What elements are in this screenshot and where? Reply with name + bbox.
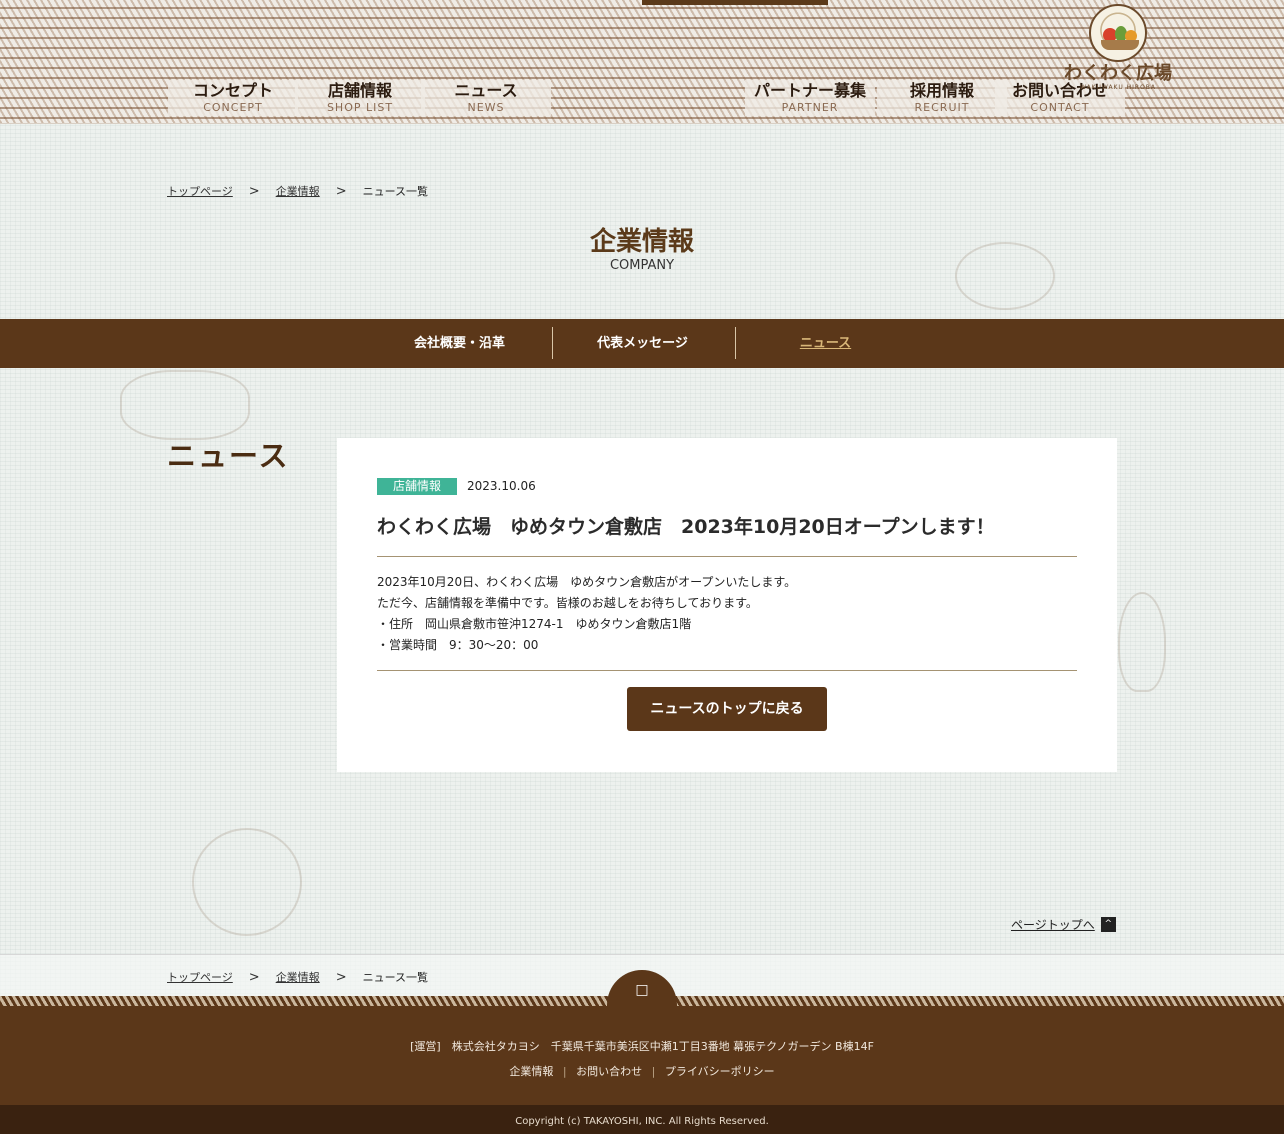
- nav-news[interactable]: ニュース NEWS: [421, 80, 551, 116]
- footer-link-contact[interactable]: お問い合わせ: [576, 1065, 642, 1078]
- leaf-sketch-icon: [1118, 592, 1166, 692]
- back-to-news-button[interactable]: ニュースのトップに戻る: [627, 687, 827, 731]
- footer-links: 企業情報 | お問い合わせ | プライバシーポリシー: [0, 1063, 1284, 1079]
- breadcrumb-link-company[interactable]: 企業情報: [276, 183, 320, 199]
- article-body-line: ・住所 岡山県倉敷市笹沖1274-1 ゆめタウン倉敷店1階: [377, 617, 692, 631]
- arrow-up-icon: ^: [1100, 917, 1116, 932]
- site-logo[interactable]: わくわく広場 WAKUWAKU HIROBA: [1060, 4, 1176, 102]
- page-top-link[interactable]: ページトップへ ^: [1011, 916, 1116, 933]
- breadcrumb-separator: >: [248, 183, 260, 199]
- home-icon: □: [635, 982, 649, 998]
- article-body: 2023年10月20日、わくわく広場 ゆめタウン倉敷店がオープンいたします。 た…: [377, 572, 1077, 656]
- site-footer: [運営] 株式会社タカヨシ 千葉県千葉市美浜区中瀬1丁目3番地 幕張テクノガーデ…: [0, 1006, 1284, 1105]
- footer-link-company[interactable]: 企業情報: [509, 1065, 553, 1078]
- divider: [377, 556, 1077, 557]
- nav-sublabel: PARTNER: [781, 101, 839, 114]
- nav-label: 採用情報: [909, 81, 974, 100]
- nav-sublabel: SHOP LIST: [326, 101, 394, 114]
- footer-link-separator: |: [562, 1065, 567, 1078]
- subnav-news[interactable]: ニュース: [734, 319, 917, 368]
- category-tag[interactable]: 店舗情報: [377, 478, 457, 495]
- nav-partner[interactable]: パートナー募集 PARTNER: [745, 80, 875, 116]
- article-body-line: ただ今、店舗情報を準備中です。皆様のお越しをお待ちしております。: [377, 596, 758, 610]
- breadcrumb-link-top[interactable]: トップページ: [167, 969, 233, 985]
- article-title: わくわく広場 ゆめタウン倉敷店 2023年10月20日オープンします！: [377, 516, 995, 538]
- nav-recruit[interactable]: 採用情報 RECRUIT: [877, 80, 1007, 116]
- nav-sublabel: CONCEPT: [203, 101, 263, 114]
- vegetable-basket-icon: [1089, 4, 1147, 62]
- tomato-sketch-icon: [192, 828, 302, 936]
- header-accent-bar: [642, 0, 828, 5]
- nav-shop-list[interactable]: 店舗情報 SHOP LIST: [295, 80, 425, 116]
- page-title: 企業情報 COMPANY: [0, 226, 1284, 274]
- footer-address: [運営] 株式会社タカヨシ 千葉県千葉市美浜区中瀬1丁目3番地 幕張テクノガーデ…: [410, 1040, 874, 1053]
- nav-concept[interactable]: コンセプト CONCEPT: [168, 80, 298, 116]
- breadcrumb-link-top[interactable]: トップページ: [167, 183, 233, 199]
- site-header: コンセプト CONCEPT 店舗情報 SHOP LIST ニュース NEWS パ…: [0, 0, 1284, 124]
- nav-sublabel: NEWS: [467, 101, 505, 114]
- page-title-jp: 企業情報: [589, 227, 694, 257]
- nav-label: 店舗情報: [327, 81, 392, 100]
- footer-link-privacy[interactable]: プライバシーポリシー: [665, 1065, 775, 1078]
- breadcrumb-link-company[interactable]: 企業情報: [276, 969, 320, 985]
- breadcrumb-current: ニュース一覧: [362, 971, 429, 984]
- footer-link-separator: |: [651, 1065, 656, 1078]
- breadcrumb-separator: >: [248, 969, 260, 985]
- article-date: 2023.10.06: [467, 479, 536, 493]
- article-body-line: 2023年10月20日、わくわく広場 ゆめタウン倉敷店がオープンいたします。: [377, 575, 797, 589]
- strawberry-sketch-icon: [120, 370, 250, 440]
- logo-subtitle: WAKUWAKU HIROBA: [1079, 84, 1157, 91]
- onion-sketch-icon: [955, 242, 1055, 310]
- article-body-line: ・営業時間 9：30〜20：00: [377, 638, 539, 652]
- page-top-label: ページトップへ: [1011, 918, 1095, 932]
- breadcrumb-separator: >: [335, 969, 347, 985]
- nav-label: コンセプト: [192, 81, 273, 100]
- nav-label: パートナー募集: [753, 81, 866, 100]
- breadcrumb-separator: >: [335, 183, 347, 199]
- company-subnav: 会社概要・沿革 代表メッセージ ニュース: [0, 319, 1284, 368]
- breadcrumb-current: ニュース一覧: [362, 185, 429, 198]
- nav-label: ニュース: [454, 81, 518, 100]
- subnav-ceo-message[interactable]: 代表メッセージ: [551, 319, 734, 368]
- copyright: Copyright (c) TAKAYOSHI, INC. All Rights…: [0, 1105, 1284, 1134]
- nav-sublabel: RECRUIT: [914, 101, 970, 114]
- breadcrumb-bottom: トップページ > 企業情報 > ニュース一覧: [167, 969, 428, 985]
- page-title-en: COMPANY: [609, 258, 675, 273]
- subnav-company-profile[interactable]: 会社概要・沿革: [368, 319, 551, 368]
- section-heading: ニュース: [167, 439, 290, 473]
- logo-name: わくわく広場: [1064, 63, 1172, 84]
- breadcrumb: トップページ > 企業情報 > ニュース一覧: [167, 183, 428, 199]
- nav-sublabel: CONTACT: [1030, 101, 1090, 114]
- news-article-card: 店舗情報 2023.10.06 わくわく広場 ゆめタウン倉敷店 2023年10月…: [337, 438, 1117, 772]
- divider: [377, 670, 1077, 671]
